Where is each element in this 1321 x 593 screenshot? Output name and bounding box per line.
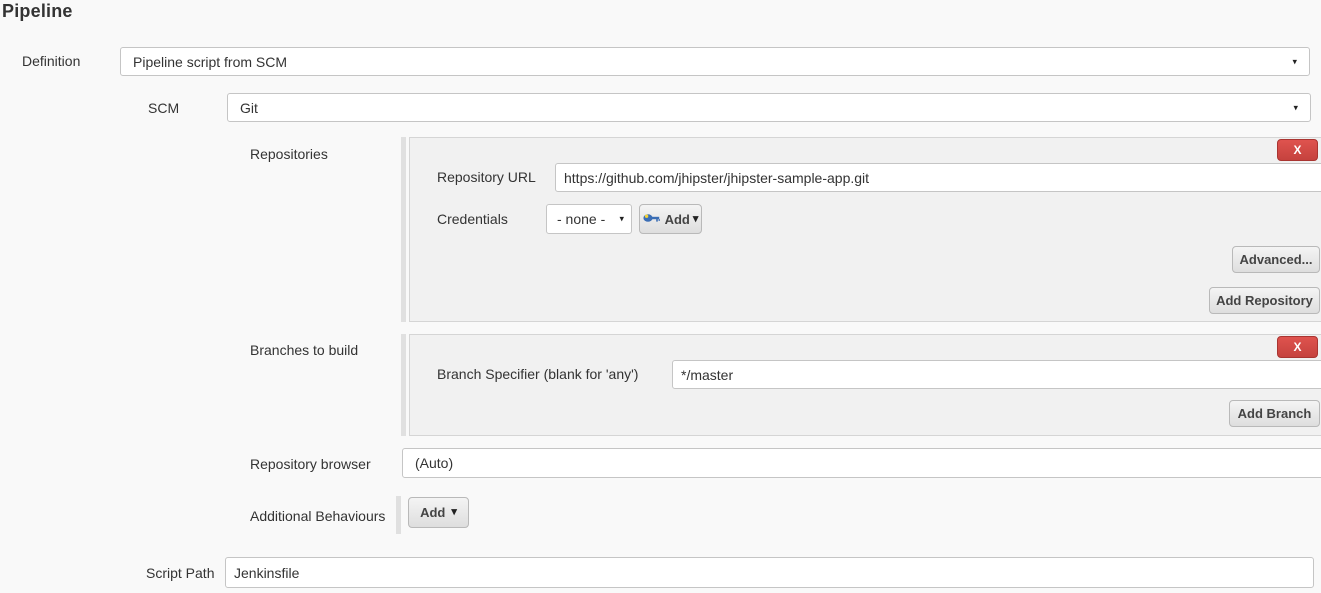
pipeline-config-page: Pipeline Definition Pipeline script from… xyxy=(0,0,1321,593)
credentials-label: Credentials xyxy=(437,211,508,227)
branches-indent-bar xyxy=(401,334,406,436)
repository-browser-select[interactable]: (Auto) xyxy=(402,448,1321,478)
repository-url-input[interactable] xyxy=(555,163,1321,192)
script-path-input[interactable] xyxy=(225,557,1314,588)
key-icon xyxy=(643,212,660,227)
page-title: Pipeline xyxy=(2,1,73,22)
add-credentials-label: Add xyxy=(665,212,690,227)
delete-repository-button[interactable]: X xyxy=(1277,139,1318,161)
definition-select-value: Pipeline script from SCM xyxy=(133,54,287,70)
caret-down-icon: ▾ xyxy=(693,214,699,225)
add-behaviour-button[interactable]: Add ▾ xyxy=(408,497,469,528)
credentials-select[interactable]: - none - ▾ xyxy=(546,204,632,234)
branch-specifier-input[interactable] xyxy=(672,360,1321,389)
definition-select[interactable]: Pipeline script from SCM ▾ xyxy=(120,47,1310,76)
chevron-down-icon: ▾ xyxy=(1293,103,1298,112)
repositories-label: Repositories xyxy=(250,146,328,162)
add-credentials-button[interactable]: Add ▾ xyxy=(639,204,702,234)
repositories-indent-bar xyxy=(401,137,406,322)
script-path-label: Script Path xyxy=(146,565,214,581)
branch-specifier-label: Branch Specifier (blank for 'any') xyxy=(437,366,638,382)
add-branch-button[interactable]: Add Branch xyxy=(1229,400,1320,427)
add-behaviour-label: Add xyxy=(420,505,445,520)
additional-behaviours-label: Additional Behaviours xyxy=(250,508,385,524)
repository-browser-value: (Auto) xyxy=(415,455,453,471)
credentials-select-value: - none - xyxy=(557,211,605,227)
scm-label: SCM xyxy=(148,100,179,116)
chevron-down-icon: ▾ xyxy=(619,215,624,224)
branches-to-build-label: Branches to build xyxy=(250,342,358,358)
repository-browser-label: Repository browser xyxy=(250,456,371,472)
advanced-button[interactable]: Advanced... xyxy=(1232,246,1320,273)
repository-url-label: Repository URL xyxy=(437,169,536,185)
delete-branch-button[interactable]: X xyxy=(1277,336,1318,358)
chevron-down-icon: ▾ xyxy=(1292,57,1297,66)
additional-behaviours-indent-bar xyxy=(396,496,401,534)
scm-select[interactable]: Git ▾ xyxy=(227,93,1311,122)
caret-down-icon: ▾ xyxy=(451,507,457,518)
scm-select-value: Git xyxy=(240,100,258,116)
add-repository-button[interactable]: Add Repository xyxy=(1209,287,1320,314)
definition-label: Definition xyxy=(22,53,80,69)
